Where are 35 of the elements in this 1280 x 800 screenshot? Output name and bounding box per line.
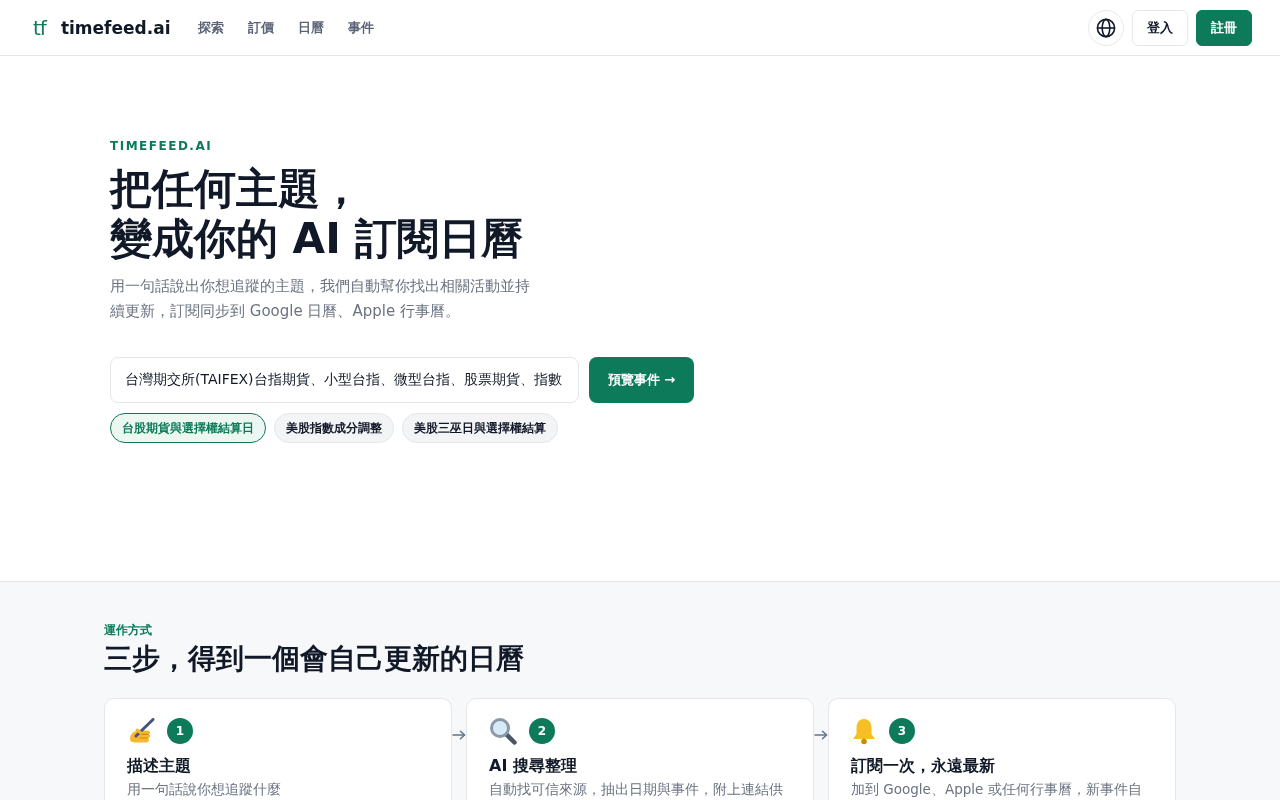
bell-icon — [851, 717, 877, 745]
arrow-right-icon — [452, 730, 466, 740]
topic-chip[interactable]: 美股三巫日與選擇權結算 — [402, 413, 558, 443]
eyebrow-label: TIMEFEED.AI — [110, 138, 213, 155]
preview-events-button[interactable]: 預覽事件 → — [589, 357, 694, 403]
step-description: 用一句話說你想追蹤什麼 — [127, 780, 281, 798]
topic-chip[interactable]: 台股期貨與選擇權結算日 — [110, 413, 266, 443]
step-number: 1 — [167, 718, 193, 744]
step-title: 訂閱一次，永遠最新 — [851, 755, 995, 777]
globe-icon — [1096, 17, 1116, 38]
login-button[interactable]: 登入 — [1132, 9, 1188, 46]
writing-hand-icon — [127, 718, 155, 744]
step-title: 描述主題 — [127, 755, 191, 777]
nav-link[interactable]: 事件 — [348, 18, 375, 37]
step-description: 自動找可信來源，抽出日期與事件，附上連結供 — [489, 780, 783, 798]
step-description: 加到 Google、Apple 或任何行事曆，新事件自 — [851, 780, 1142, 798]
nav-link[interactable]: 訂價 — [248, 18, 275, 37]
section-eyebrow: 運作方式 — [104, 622, 152, 639]
section-title: 三步，得到一個會自己更新的日曆 — [104, 641, 524, 677]
magnifier-icon — [489, 717, 517, 745]
brand-name[interactable]: timefeed.ai — [60, 17, 171, 38]
topic-chip[interactable]: 美股指數成分調整 — [274, 413, 394, 443]
step-title: AI 搜尋整理 — [489, 755, 577, 777]
language-button[interactable] — [1088, 9, 1124, 46]
step-number: 2 — [529, 718, 555, 744]
step-number: 3 — [889, 718, 915, 744]
arrow-right-icon — [814, 730, 828, 740]
hero-subtitle: 用一句話說出你想追蹤的主題，我們自動幫你找出相關活動並持續更新，訂閱同步到 Google 日曆、Apple 行事曆。 — [110, 276, 531, 322]
nav-link[interactable]: 探索 — [198, 18, 225, 37]
logo-mark[interactable]: tf — [33, 17, 46, 38]
headline-line: 把任何主題， — [110, 164, 362, 214]
nav-link[interactable]: 日曆 — [298, 18, 325, 37]
signup-button[interactable]: 註冊 — [1196, 9, 1252, 46]
topic-input-field[interactable]: 台灣期交所(TAIFEX)台指期貨、小型台指、微型台指、股票期貨、指數 — [110, 357, 579, 403]
headline-line: 變成你的 AI 訂閱日曆 — [110, 214, 524, 264]
